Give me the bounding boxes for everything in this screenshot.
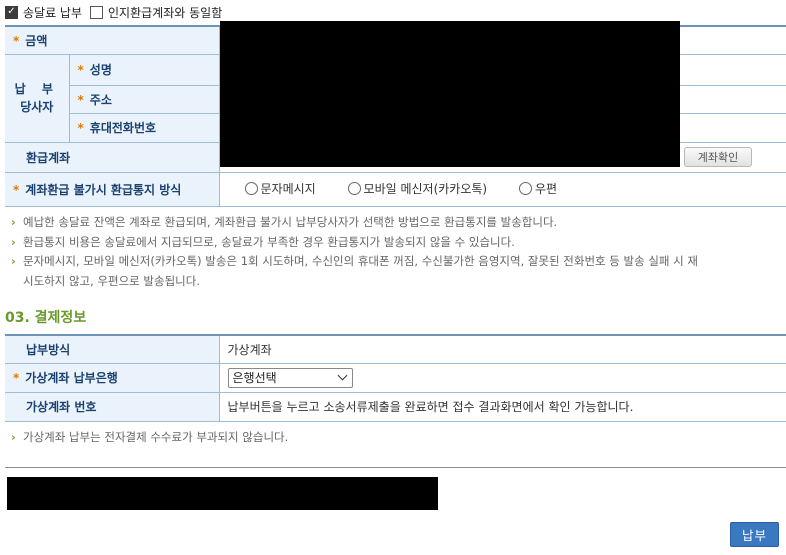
arrow-icon: ›	[11, 254, 16, 268]
notify-label-cell: * 계좌환급 불가시 환급통지 방식	[5, 172, 219, 207]
bank-select[interactable]: 은행선택	[227, 367, 353, 388]
arrow-icon: ›	[11, 215, 16, 229]
required-star: *	[77, 92, 84, 107]
chevron-down-icon	[337, 370, 347, 381]
note-text: 시도하지 않고, 우편으로 발송됩니다.	[23, 273, 200, 288]
note-text: 환급통지 비용은 송달료에서 지급되므로, 송달료가 부족한 경우 환급통지가 …	[23, 234, 515, 249]
bank-select-value: 은행선택	[232, 371, 277, 385]
redacted-area	[220, 21, 680, 167]
notify-label: 계좌환급 불가시 환급통지 방식	[25, 182, 182, 197]
account-confirm-button[interactable]: 계좌확인	[684, 147, 752, 167]
account-no-value-cell: 납부버튼을 누르고 소송서류제출을 완료하면 접수 결과화면에서 확인 가능합니…	[218, 392, 786, 422]
required-star: *	[13, 182, 20, 197]
required-star: *	[77, 63, 84, 77]
account-label: 환급계좌	[26, 150, 71, 165]
required-star: *	[13, 33, 20, 48]
notify-option-label: 우편	[534, 182, 558, 196]
payer-label-cell: 납 부 당사자	[5, 54, 69, 143]
note-text: 가상계좌 납부는 전자결제 수수료가 부과되지 않습니다.	[23, 430, 289, 444]
pay-button[interactable]: 납부	[730, 522, 779, 547]
radio-icon[interactable]	[347, 182, 361, 195]
note-text: 예납한 송달료 잔액은 계좌로 환급되며, 계좌환급 불가시 납부당사자가 선택…	[23, 215, 558, 229]
address-label: 주소	[89, 92, 112, 107]
redacted-area	[7, 477, 438, 510]
phone-label-cell: * 휴대전화번호	[68, 113, 219, 143]
same-as-stamp-refund-label: 인지환급계좌와 동일함	[108, 5, 223, 20]
note-item: › 예납한 송달료 잔액은 계좌로 환급되며, 계좌환급 불가시 납부당사자가 선…	[11, 213, 698, 233]
radio-icon[interactable]	[518, 182, 532, 195]
payer-label-line2: 당사자	[20, 100, 54, 114]
postage-payment-label: 송달료 납부	[23, 5, 83, 20]
bank-label: 가상계좌 납부은행	[25, 371, 118, 385]
postage-payment-checkbox[interactable]: ✓	[5, 5, 18, 19]
note-item: › 가상계좌 납부는 전자결제 수수료가 부과되지 않습니다.	[11, 428, 288, 448]
note-item: › 환급통지 비용은 송달료에서 지급되므로, 송달료가 부족한 경우 환급통지가…	[11, 233, 698, 253]
notify-option-sms[interactable]: 문자메시지	[244, 180, 316, 197]
required-star: *	[77, 121, 84, 135]
name-label-cell: * 성명	[68, 54, 219, 86]
payment-section-title: 03. 결제정보	[5, 310, 87, 326]
name-label: 성명	[89, 63, 112, 77]
arrow-icon: ›	[11, 234, 16, 249]
method-value-cell: 가상계좌	[218, 335, 786, 364]
top-options-row: ✓ 송달료 납부 인지환급계좌와 동일함	[5, 4, 222, 20]
payer-label-line1: 납 부	[14, 82, 59, 96]
radio-icon[interactable]	[244, 182, 258, 195]
payment-info-table: 납부방식 가상계좌 * 가상계좌 납부은행 은행선택 가상계좌 번호 납부버튼을 …	[5, 334, 786, 422]
account-no-value: 납부버튼을 누르고 소송서류제출을 완료하면 접수 결과화면에서 확인 가능합니…	[227, 400, 634, 414]
bank-select-cell: 은행선택	[218, 363, 786, 393]
account-label-cell: 환급계좌	[5, 142, 219, 173]
amount-label-cell: * 금액	[5, 26, 219, 55]
address-label-cell: * 주소	[68, 85, 219, 114]
required-star: *	[13, 371, 20, 385]
notify-option-mail[interactable]: 우편	[518, 180, 558, 197]
payment-notes: › 가상계좌 납부는 전자결제 수수료가 부과되지 않습니다.	[11, 428, 288, 448]
note-text: 문자메시지, 모바일 메신저(카카오톡) 발송은 1회 시도하며, 수신인의 휴…	[23, 254, 698, 268]
bank-label-cell: * 가상계좌 납부은행	[5, 363, 219, 393]
account-no-label: 가상계좌 번호	[26, 400, 97, 414]
arrow-icon: ›	[11, 430, 16, 444]
method-value: 가상계좌	[227, 342, 272, 357]
method-label: 납부방식	[26, 342, 71, 357]
amount-label: 금액	[25, 33, 48, 48]
notify-option-label: 문자메시지	[260, 182, 316, 196]
same-as-stamp-refund-checkbox[interactable]	[90, 5, 104, 19]
notify-option-kakao[interactable]: 모바일 메신저(카카오톡)	[347, 180, 488, 197]
note-item-continued: 시도하지 않고, 우편으로 발송됩니다.	[11, 272, 698, 292]
account-no-label-cell: 가상계좌 번호	[5, 392, 219, 422]
footer-divider	[5, 467, 786, 468]
refund-notes: › 예납한 송달료 잔액은 계좌로 환급되며, 계좌환급 불가시 납부당사자가 선…	[11, 213, 698, 291]
phone-label: 휴대전화번호	[89, 121, 157, 135]
method-label-cell: 납부방식	[5, 335, 219, 364]
note-item: › 문자메시지, 모바일 메신저(카카오톡) 발송은 1회 시도하며, 수신인의 …	[11, 252, 698, 272]
notify-options-cell: 문자메시지 모바일 메신저(카카오톡) 우편	[218, 172, 786, 207]
notify-option-label: 모바일 메신저(카카오톡)	[363, 182, 488, 196]
